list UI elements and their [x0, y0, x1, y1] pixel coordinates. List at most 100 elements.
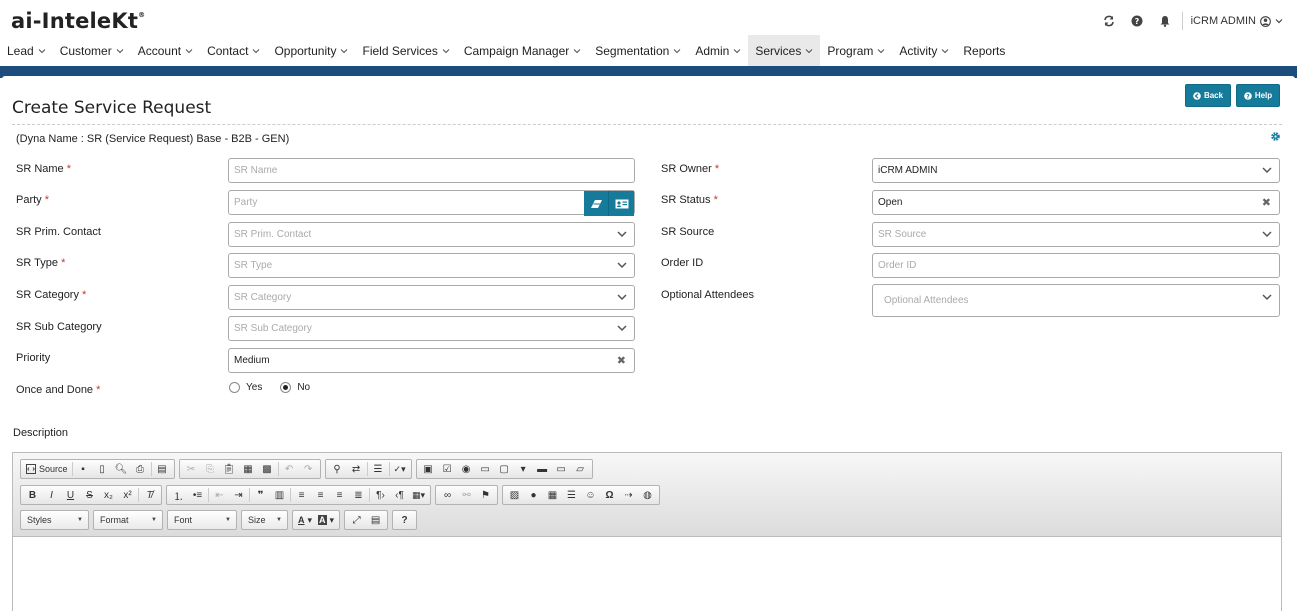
- smiley-icon[interactable]: ☺: [581, 486, 600, 504]
- select-field-icon[interactable]: ▾: [514, 460, 533, 478]
- once-and-done-no-radio[interactable]: [280, 382, 292, 393]
- sr-name-input[interactable]: SR Name: [228, 158, 635, 183]
- sr-category-select[interactable]: SR Category: [228, 285, 635, 310]
- once-and-done-yes-radio[interactable]: [229, 382, 240, 393]
- checkbox-icon[interactable]: ☑: [438, 460, 457, 478]
- blockquote-icon[interactable]: ❞: [251, 486, 270, 504]
- italic-icon[interactable]: I: [42, 486, 61, 504]
- refresh-icon[interactable]: [1102, 14, 1116, 28]
- nav-item-campaign-manager[interactable]: Campaign Manager: [457, 35, 588, 66]
- ltr-icon[interactable]: ¶›: [371, 486, 390, 504]
- sr-status-select[interactable]: Open ✖: [872, 190, 1280, 215]
- templates-icon[interactable]: ▤: [153, 460, 172, 478]
- paste-word-icon[interactable]: ▩: [258, 460, 277, 478]
- page-break-icon[interactable]: ⇢: [619, 486, 638, 504]
- party-input[interactable]: Party: [228, 190, 635, 216]
- select-all-icon[interactable]: ☰: [369, 460, 388, 478]
- nav-item-segmentation[interactable]: Segmentation: [588, 35, 688, 66]
- order-id-input[interactable]: Order ID: [872, 253, 1280, 278]
- maximize-icon[interactable]: ⤢: [347, 511, 366, 529]
- align-center-icon[interactable]: ≡: [311, 486, 330, 504]
- bold-icon[interactable]: B: [23, 486, 42, 504]
- image-button-icon[interactable]: ▭: [552, 460, 571, 478]
- print-icon[interactable]: ⎙: [131, 460, 150, 478]
- nav-item-activity[interactable]: Activity: [892, 35, 956, 66]
- editor-content-area[interactable]: [13, 538, 1281, 611]
- new-page-icon[interactable]: ▯: [93, 460, 112, 478]
- styles-combo[interactable]: Styles ▼: [20, 510, 89, 530]
- radio-icon[interactable]: ◉: [457, 460, 476, 478]
- indent-icon[interactable]: ⇥: [229, 486, 248, 504]
- nav-item-reports[interactable]: Reports: [956, 35, 1012, 66]
- sr-sub-category-select[interactable]: SR Sub Category: [228, 316, 635, 341]
- nav-item-program[interactable]: Program: [820, 35, 892, 66]
- text-field-icon[interactable]: ▭: [476, 460, 495, 478]
- text-color-icon[interactable]: A ▾: [295, 511, 315, 529]
- align-left-icon[interactable]: ≡: [292, 486, 311, 504]
- bell-icon[interactable]: [1158, 14, 1172, 28]
- clear-icon[interactable]: ✖: [1262, 196, 1271, 209]
- cut-icon[interactable]: ✂: [182, 460, 201, 478]
- size-combo[interactable]: Size ▼: [241, 510, 288, 530]
- nav-item-customer[interactable]: Customer: [53, 35, 131, 66]
- about-icon[interactable]: ?: [395, 511, 414, 529]
- clear-icon[interactable]: ✖: [617, 354, 626, 367]
- iframe-icon[interactable]: ◍: [638, 486, 657, 504]
- party-clear-button[interactable]: [584, 191, 609, 216]
- horizontal-line-icon[interactable]: ☰: [562, 486, 581, 504]
- unlink-icon[interactable]: ⚯: [457, 486, 476, 504]
- underline-icon[interactable]: U: [61, 486, 80, 504]
- strike-icon[interactable]: S: [80, 486, 99, 504]
- nav-item-field-services[interactable]: Field Services: [355, 35, 456, 66]
- subscript-icon[interactable]: x₂: [99, 486, 118, 504]
- nav-item-opportunity[interactable]: Opportunity: [267, 35, 355, 66]
- hidden-field-icon[interactable]: ▱: [571, 460, 590, 478]
- anchor-flag-icon[interactable]: ⚑: [476, 486, 495, 504]
- nav-item-services[interactable]: Services: [748, 35, 821, 66]
- numbered-list-icon[interactable]: ⒈: [169, 486, 188, 504]
- replace-icon[interactable]: ⇄: [347, 460, 366, 478]
- flash-icon[interactable]: ●: [524, 486, 543, 504]
- nav-item-lead[interactable]: Lead: [0, 35, 53, 66]
- special-char-icon[interactable]: Ω: [600, 486, 619, 504]
- find-icon[interactable]: ⚲: [328, 460, 347, 478]
- sr-source-select[interactable]: SR Source: [872, 222, 1280, 247]
- rtl-icon[interactable]: ‹¶: [390, 486, 409, 504]
- back-button[interactable]: Back: [1185, 84, 1231, 107]
- bulleted-list-icon[interactable]: •≡: [188, 486, 207, 504]
- table-icon[interactable]: ▦: [543, 486, 562, 504]
- link-icon[interactable]: ∞: [438, 486, 457, 504]
- source-button[interactable]: Source: [23, 460, 71, 478]
- nav-item-admin[interactable]: Admin: [688, 35, 748, 66]
- nav-item-contact[interactable]: Contact: [200, 35, 267, 66]
- redo-icon[interactable]: ↷: [299, 460, 318, 478]
- undo-icon[interactable]: ↶: [280, 460, 299, 478]
- app-logo[interactable]: ai-InteleKt®: [11, 9, 145, 33]
- priority-select[interactable]: Medium ✖: [228, 348, 635, 373]
- bg-color-icon[interactable]: A ▾: [315, 511, 337, 529]
- remove-format-icon[interactable]: T̸: [140, 486, 159, 504]
- nav-item-account[interactable]: Account: [131, 35, 200, 66]
- sr-prim-contact-select[interactable]: SR Prim. Contact: [228, 222, 635, 247]
- form-icon[interactable]: ▣: [419, 460, 438, 478]
- textarea-icon[interactable]: ▢: [495, 460, 514, 478]
- image-icon[interactable]: ▨: [505, 486, 524, 504]
- help-button[interactable]: ? Help: [1236, 84, 1280, 107]
- optional-attendees-select[interactable]: Optional Attendees: [872, 284, 1280, 317]
- outdent-icon[interactable]: ⇤: [210, 486, 229, 504]
- gear-icon[interactable]: [1270, 131, 1281, 145]
- button-field-icon[interactable]: ▬: [533, 460, 552, 478]
- format-combo[interactable]: Format ▼: [93, 510, 163, 530]
- copy-icon[interactable]: ⎘: [201, 460, 220, 478]
- help-circle-icon[interactable]: ?: [1130, 14, 1144, 28]
- align-right-icon[interactable]: ≡: [330, 486, 349, 504]
- user-menu[interactable]: iCRM ADMIN: [1191, 15, 1283, 27]
- div-container-icon[interactable]: ▥: [270, 486, 289, 504]
- spellcheck-icon[interactable]: ✓▾: [391, 460, 409, 478]
- paste-icon[interactable]: 📋︎: [220, 460, 239, 478]
- font-combo[interactable]: Font ▼: [167, 510, 237, 530]
- save-icon[interactable]: ▪: [74, 460, 93, 478]
- sr-type-select[interactable]: SR Type: [228, 253, 635, 278]
- paste-text-icon[interactable]: ▦: [239, 460, 258, 478]
- sr-owner-select[interactable]: iCRM ADMIN: [872, 158, 1280, 183]
